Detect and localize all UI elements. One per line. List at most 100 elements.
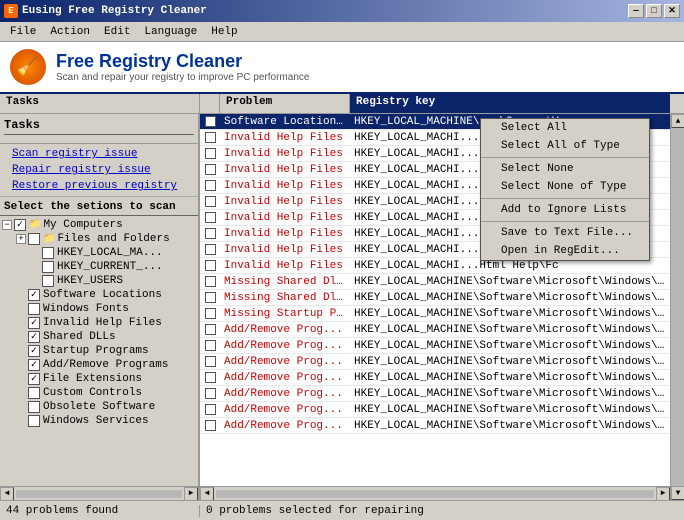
row-checkbox-cell[interactable]	[200, 180, 220, 191]
context-menu-item[interactable]: Select None of Type	[481, 178, 649, 196]
tree-checkbox[interactable]	[42, 261, 54, 273]
tree-item[interactable]: HKEY_LOCAL_MA...	[2, 246, 196, 260]
table-row[interactable]: Add/Remove Prog...HKEY_LOCAL_MACHINE\Sof…	[200, 418, 670, 434]
menu-item-action[interactable]: Action	[44, 24, 96, 40]
tree-item[interactable]: Software Locations	[2, 288, 196, 302]
tree-checkbox[interactable]	[28, 331, 40, 343]
row-checkbox[interactable]	[205, 164, 216, 175]
row-checkbox-cell[interactable]	[200, 276, 220, 287]
tree-checkbox[interactable]	[28, 233, 40, 245]
left-hscrollbar[interactable]: ◄ ►	[0, 486, 198, 500]
table-row[interactable]: Add/Remove Prog...HKEY_LOCAL_MACHINE\Sof…	[200, 402, 670, 418]
tree-item[interactable]: +📁Files and Folders	[2, 232, 196, 246]
row-checkbox-cell[interactable]	[200, 244, 220, 255]
right-scroll-left[interactable]: ◄	[200, 487, 214, 501]
row-checkbox-cell[interactable]	[200, 260, 220, 271]
tree-checkbox[interactable]	[28, 317, 40, 329]
table-row[interactable]: Add/Remove Prog...HKEY_LOCAL_MACHINE\Sof…	[200, 322, 670, 338]
context-menu-item[interactable]: Add to Ignore Lists	[481, 201, 649, 219]
row-checkbox[interactable]	[205, 228, 216, 239]
table-row[interactable]: Add/Remove Prog...HKEY_LOCAL_MACHINE\Sof…	[200, 386, 670, 402]
menu-item-file[interactable]: File	[4, 24, 42, 40]
row-checkbox-cell[interactable]	[200, 372, 220, 383]
row-checkbox[interactable]	[205, 420, 216, 431]
table-row[interactable]: Add/Remove Prog...HKEY_LOCAL_MACHINE\Sof…	[200, 370, 670, 386]
vscroll-down[interactable]: ▼	[671, 486, 684, 500]
tree-item[interactable]: HKEY_USERS	[2, 274, 196, 288]
row-checkbox[interactable]	[205, 356, 216, 367]
tree-checkbox[interactable]	[28, 303, 40, 315]
table-row[interactable]: Add/Remove Prog...HKEY_LOCAL_MACHINE\Sof…	[200, 354, 670, 370]
tree-item[interactable]: Windows Fonts	[2, 302, 196, 316]
row-checkbox[interactable]	[205, 260, 216, 271]
row-checkbox-cell[interactable]	[200, 356, 220, 367]
table-row[interactable]: Missing Shared DllsHKEY_LOCAL_MACHINE\So…	[200, 274, 670, 290]
row-checkbox-cell[interactable]	[200, 148, 220, 159]
menu-item-help[interactable]: Help	[205, 24, 243, 40]
tree-checkbox[interactable]	[28, 359, 40, 371]
minimize-button[interactable]: —	[628, 4, 644, 18]
left-scroll-right[interactable]: ►	[184, 487, 198, 501]
row-checkbox[interactable]	[205, 180, 216, 191]
row-checkbox[interactable]	[205, 308, 216, 319]
tree-checkbox[interactable]	[28, 373, 40, 385]
table-row[interactable]: Add/Remove Prog...HKEY_LOCAL_MACHINE\Sof…	[200, 338, 670, 354]
tree-expand-btn[interactable]: +	[16, 234, 26, 244]
vscroll-up[interactable]: ▲	[671, 114, 684, 128]
tree-checkbox[interactable]	[28, 345, 40, 357]
tree-checkbox[interactable]	[42, 275, 54, 287]
context-menu-item[interactable]: Save to Text File...	[481, 224, 649, 242]
tree-item[interactable]: Invalid Help Files	[2, 316, 196, 330]
tree-item[interactable]: Custom Controls	[2, 386, 196, 400]
row-checkbox[interactable]	[205, 212, 216, 223]
vscroll-track[interactable]	[671, 128, 684, 486]
context-menu-item[interactable]: Select None	[481, 160, 649, 178]
row-checkbox[interactable]	[205, 372, 216, 383]
maximize-button[interactable]: □	[646, 4, 662, 18]
row-checkbox[interactable]	[205, 292, 216, 303]
tree-item[interactable]: Windows Services	[2, 414, 196, 428]
context-menu-item[interactable]: Select All of Type	[481, 137, 649, 155]
right-vscrollbar[interactable]: ▲ ▼	[670, 114, 684, 500]
row-checkbox-cell[interactable]	[200, 308, 220, 319]
row-checkbox[interactable]	[205, 388, 216, 399]
menu-item-edit[interactable]: Edit	[98, 24, 136, 40]
scan-registry-link[interactable]: Scan registry issue	[8, 146, 190, 162]
row-checkbox[interactable]	[205, 132, 216, 143]
right-hscrollbar[interactable]: ◄ ►	[200, 486, 670, 500]
tree-item[interactable]: Shared DLLs	[2, 330, 196, 344]
tree-item[interactable]: HKEY_CURRENT_...	[2, 260, 196, 274]
restore-registry-link[interactable]: Restore previous registry	[8, 178, 190, 194]
tree-item[interactable]: Startup Programs	[2, 344, 196, 358]
tree-expand-btn[interactable]: −	[2, 220, 12, 230]
row-checkbox[interactable]	[205, 196, 216, 207]
row-checkbox-cell[interactable]	[200, 132, 220, 143]
tree-area[interactable]: −📁My Computers+📁Files and FoldersHKEY_LO…	[0, 216, 198, 486]
tree-item[interactable]: −📁My Computers	[2, 218, 196, 232]
row-checkbox[interactable]	[205, 148, 216, 159]
close-button[interactable]: ✕	[664, 4, 680, 18]
repair-registry-link[interactable]: Repair registry issue	[8, 162, 190, 178]
row-checkbox-cell[interactable]	[200, 196, 220, 207]
tree-checkbox[interactable]	[28, 289, 40, 301]
table-row[interactable]: Missing Shared DllsHKEY_LOCAL_MACHINE\So…	[200, 290, 670, 306]
table-row[interactable]: Missing Startup Pr...HKEY_LOCAL_MACHINE\…	[200, 306, 670, 322]
right-scroll-track[interactable]	[216, 490, 654, 498]
tree-checkbox[interactable]	[42, 247, 54, 259]
row-checkbox[interactable]	[205, 340, 216, 351]
tree-item[interactable]: Add/Remove Programs	[2, 358, 196, 372]
row-checkbox-cell[interactable]	[200, 228, 220, 239]
tree-item[interactable]: File Extensions	[2, 372, 196, 386]
row-checkbox-cell[interactable]	[200, 164, 220, 175]
row-checkbox-cell[interactable]	[200, 420, 220, 431]
row-checkbox[interactable]	[205, 116, 216, 127]
context-menu-item[interactable]: Select All	[481, 119, 649, 137]
left-scroll-left[interactable]: ◄	[0, 487, 14, 501]
row-checkbox-cell[interactable]	[200, 340, 220, 351]
row-checkbox-cell[interactable]	[200, 324, 220, 335]
tree-checkbox[interactable]	[28, 401, 40, 413]
left-scroll-track[interactable]	[16, 490, 182, 498]
tree-item[interactable]: Obsolete Software	[2, 400, 196, 414]
row-checkbox-cell[interactable]	[200, 116, 220, 127]
row-checkbox-cell[interactable]	[200, 292, 220, 303]
